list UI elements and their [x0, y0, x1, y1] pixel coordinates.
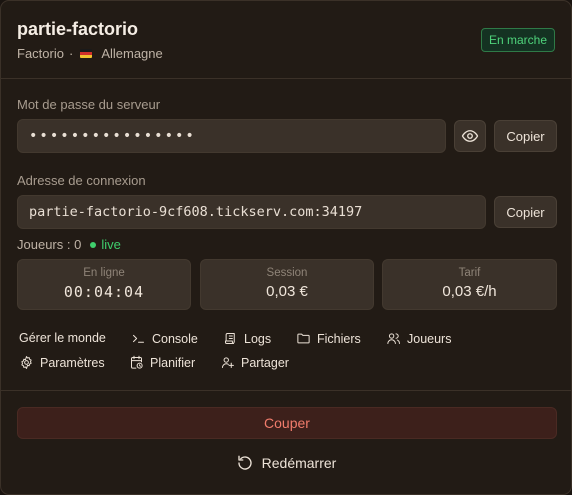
players-button[interactable]: Joueurs: [386, 331, 451, 346]
server-title: partie-factorio: [17, 19, 139, 39]
restart-label: Redémarrer: [261, 455, 337, 471]
settings-button[interactable]: Paramètres: [19, 355, 105, 370]
password-label: Mot de passe du serveur: [17, 97, 161, 112]
settings-label: Paramètres: [40, 355, 105, 370]
status-badge: En marche: [480, 28, 555, 52]
footer-divider: [1, 390, 571, 391]
stat-label: Tarif: [458, 267, 481, 279]
stat-value: 00:04:04: [63, 283, 145, 301]
calendar-clock-icon: [131, 355, 143, 369]
stat-uptime: En ligne 00:04:04: [17, 259, 191, 310]
share-label: Partager: [241, 355, 289, 370]
logs-label: Logs: [244, 331, 272, 346]
stat-session: Session 0,03 €: [200, 259, 374, 310]
copy-address-button[interactable]: Copier: [494, 196, 557, 228]
files-label: Fichiers: [317, 331, 361, 346]
gear-icon: [21, 356, 32, 369]
live-indicator: live: [101, 237, 121, 252]
stat-value: 0,03 €/h: [442, 283, 497, 300]
eye-icon: [461, 130, 479, 142]
server-card: partie-factorio Factorio · Allemagne En …: [0, 0, 572, 495]
folder-icon: [297, 333, 310, 344]
stat-label: Session: [266, 267, 308, 279]
logs-button[interactable]: Logs: [223, 331, 271, 346]
manage-world-label: Gérer le monde: [19, 331, 106, 345]
console-label: Console: [152, 331, 198, 346]
stat-label: En ligne: [83, 267, 125, 279]
terminal-icon: [133, 334, 144, 343]
game-name: Factorio: [17, 46, 64, 61]
live-dot-icon: [90, 241, 97, 248]
user-plus-icon: [222, 357, 234, 368]
germany-flag-icon: [80, 49, 93, 58]
server-header: partie-factorio Factorio · Allemagne: [17, 19, 555, 61]
players-status: Joueurs : 0 live: [17, 237, 121, 252]
restart-button[interactable]: Redémarrer: [1, 452, 571, 474]
header-divider: [1, 78, 571, 79]
subtitle-separator: ·: [68, 46, 74, 61]
schedule-label: Planifier: [150, 355, 196, 370]
connection-label: Adresse de connexion: [17, 173, 146, 188]
schedule-button[interactable]: Planifier: [129, 355, 195, 370]
restart-icon: [237, 455, 252, 470]
reveal-password-button[interactable]: [454, 120, 486, 152]
share-button[interactable]: Partager: [220, 355, 289, 370]
server-subtitle: Factorio · Allemagne: [17, 46, 555, 61]
copy-password-button[interactable]: Copier: [494, 120, 557, 152]
connection-address-field[interactable]: partie-factorio-9cf608.tickserv.com:3419…: [17, 195, 486, 229]
stat-rate: Tarif 0,03 €/h: [382, 259, 557, 310]
files-button[interactable]: Fichiers: [296, 331, 361, 346]
console-button[interactable]: Console: [131, 331, 198, 346]
players-count: Joueurs : 0: [17, 237, 82, 252]
password-field[interactable]: ••••••••••••••••: [17, 119, 446, 153]
players-label: Joueurs: [407, 331, 452, 346]
scroll-icon: [225, 333, 235, 344]
region-name: Allemagne: [101, 46, 163, 61]
manage-world-button[interactable]: Gérer le monde: [19, 331, 106, 345]
users-icon: [387, 333, 400, 344]
shutdown-button[interactable]: Couper: [17, 407, 557, 439]
stat-value: 0,03 €: [266, 283, 308, 300]
